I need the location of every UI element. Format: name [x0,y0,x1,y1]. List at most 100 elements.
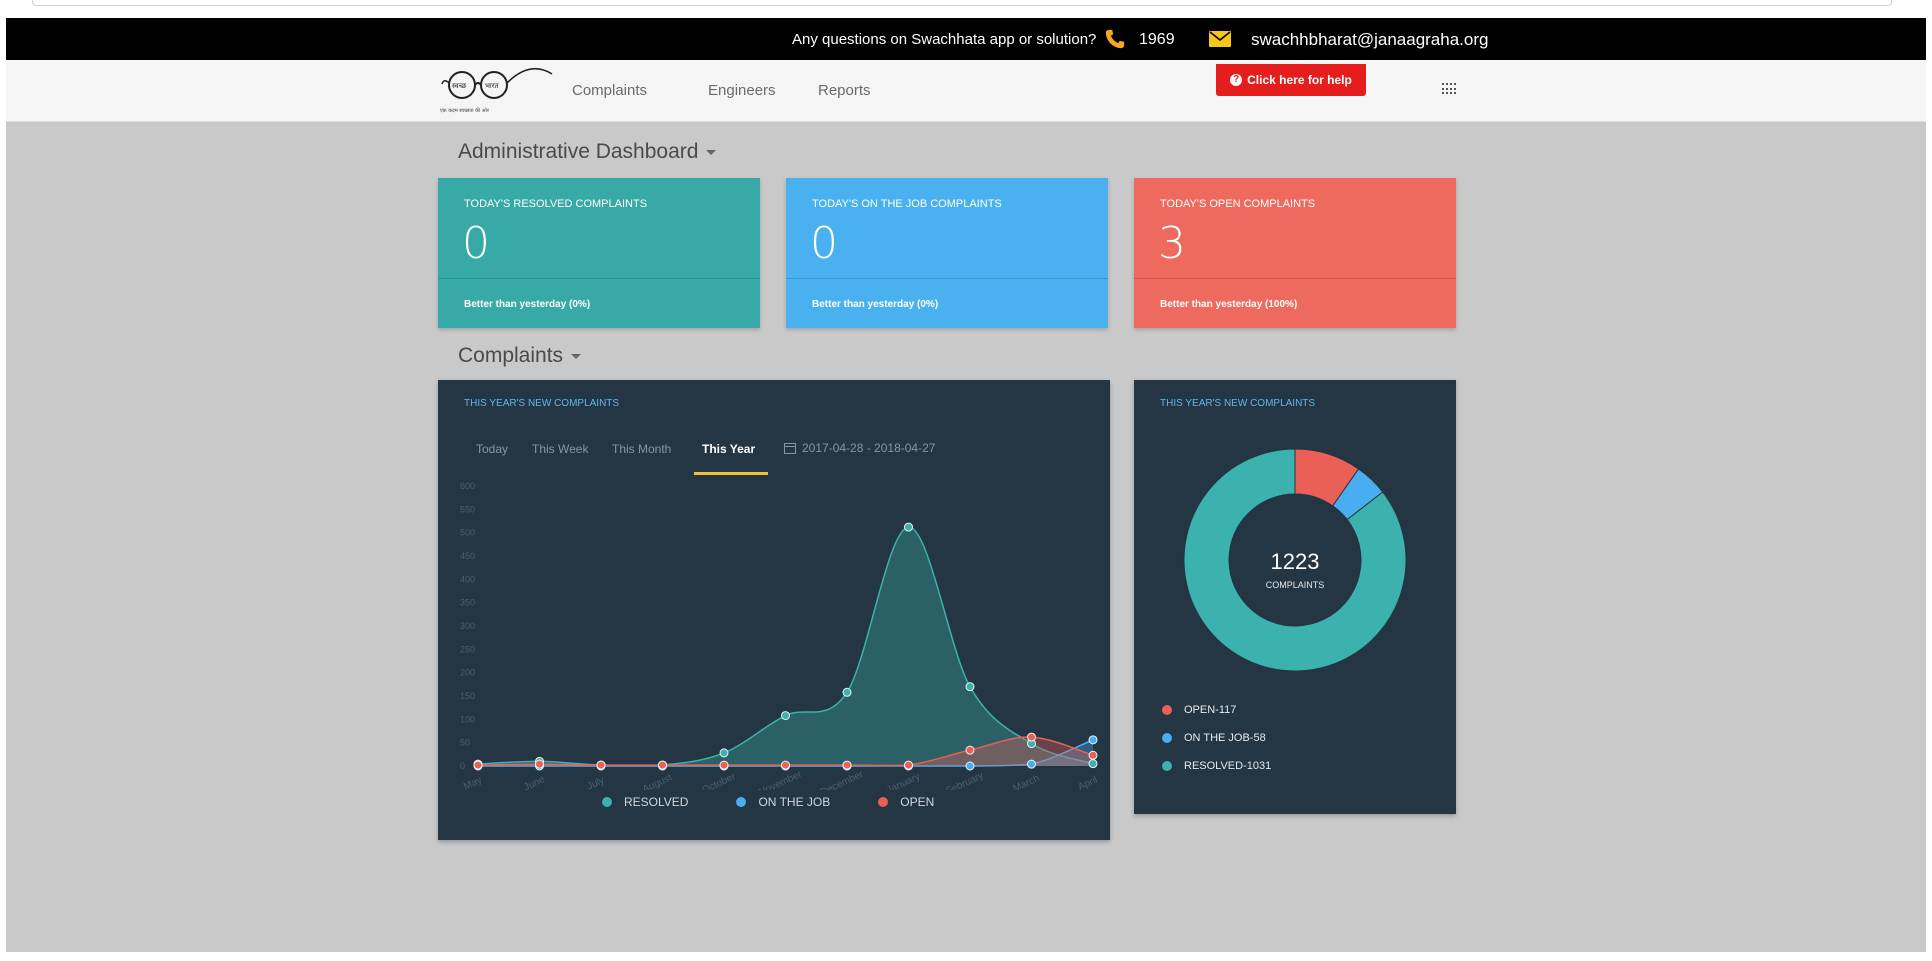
x-tick-label: July [586,775,607,790]
x-tick-label: June [522,774,547,790]
mail-icon [1209,31,1231,47]
data-point [473,760,483,770]
card-value: 3 [1158,218,1186,269]
swachh-bharat-logo[interactable]: स्वच्छ भारत एक कदम स्वच्छता की ओर [440,66,560,118]
legend-resolved[interactable]: RESOLVED [624,795,688,809]
help-question-text: Any questions on Swachhata app or soluti… [792,31,1097,48]
nav-engineers[interactable]: Engineers [708,82,776,99]
y-tick-label: 450 [460,551,475,561]
area-chart: 0 50 100 150 200 250 300 350 400 450 500 550 600 May J… [460,481,1100,790]
series-area-resolved [478,527,1093,766]
card-divider [1134,278,1456,279]
card-label: TODAY'S ON THE JOB COMPLAINTS [812,198,1002,210]
svg-text:भारत: भारत [485,82,500,90]
x-tick-label: May [462,775,484,790]
line-chart-panel: THIS YEAR'S NEW COMPLAINTS Today This We… [438,380,1110,840]
complaints-title-text: Complaints [458,344,564,367]
resolved-today-card: TODAY'S RESOLVED COMPLAINTS 0 Better tha… [438,178,760,328]
y-tick-label: 550 [460,504,475,514]
data-point [904,760,913,770]
svg-text:स्वच्छ: स्वच्छ [452,82,467,90]
email-link[interactable]: swachhbharat@janaagraha.org [1251,30,1488,50]
data-point [719,748,729,758]
help-button[interactable]: ? Click here for help [1216,64,1366,96]
data-point [1088,750,1098,760]
card-foot: Better than yesterday (0%) [812,299,939,310]
legend-dot-open [1162,705,1172,715]
x-tick-label: August [641,772,674,790]
dashboard-title-text: Administrative Dashboard [458,140,699,163]
x-tick-label: December [819,769,866,790]
question-icon: ? [1230,74,1243,86]
donut-legend-on-the-job[interactable]: ON THE JOB-58 [1162,732,1266,744]
y-tick-label: 600 [460,481,475,491]
complaints-section-title[interactable]: Complaints [458,344,582,368]
card-divider [786,278,1108,279]
data-point [1088,735,1098,745]
donut-chart-panel: THIS YEAR'S NEW COMPLAINTS 1223 COMPLAIN… [1134,380,1456,814]
tab-this-year[interactable]: This Year [702,442,755,456]
phone-icon [1105,29,1125,49]
browser-frame-edge [32,0,1892,6]
help-button-label: Click here for help [1247,73,1352,87]
chart-legend: RESOLVED ON THE JOB OPEN [602,795,934,809]
x-tick-label: February [944,770,985,790]
data-point [842,687,852,697]
calendar-icon [784,442,796,454]
card-foot: Better than yesterday (100%) [1160,299,1298,310]
panel-title: THIS YEAR'S NEW COMPLAINTS [1160,398,1316,409]
chevron-down-icon [571,353,582,359]
donut-legend-resolved-label: RESOLVED-1031 [1184,760,1272,772]
donut-total-label: COMPLAINTS [1265,580,1325,590]
x-tick-label: October [700,771,737,790]
card-value: 0 [462,218,490,269]
legend-open[interactable]: OPEN [900,795,934,809]
dashboard-title[interactable]: Administrative Dashboard [458,140,717,164]
data-point [1027,732,1036,742]
legend-dot-on-the-job [1162,733,1172,743]
data-point [1027,759,1036,769]
card-label: TODAY'S RESOLVED COMPLAINTS [464,198,648,210]
y-tick-label: 150 [460,691,475,701]
legend-on-the-job[interactable]: ON THE JOB [758,795,830,809]
y-tick-label: 0 [460,761,465,771]
y-tick-label: 50 [460,738,470,748]
date-range-text: 2017-04-28 - 2018-04-27 [802,441,936,455]
tab-this-month[interactable]: This Month [612,442,671,456]
data-point [965,682,975,692]
data-point [535,759,544,769]
svg-text:एक कदम स्वच्छता की ओर: एक कदम स्वच्छता की ओर [440,107,490,114]
apps-grid-icon[interactable] [1442,83,1456,95]
open-today-card: TODAY'S OPEN COMPLAINTS 3 Better than ye… [1134,178,1456,328]
y-tick-label: 400 [460,574,475,584]
card-label: TODAY'S OPEN COMPLAINTS [1160,198,1316,210]
donut-legend-open-label: OPEN-117 [1184,704,1237,716]
phone-number[interactable]: 1969 [1139,31,1175,49]
card-foot: Better than yesterday (0%) [464,299,591,310]
card-divider [438,278,760,279]
donut-legend-resolved[interactable]: RESOLVED-1031 [1162,760,1271,772]
y-tick-label: 100 [460,714,475,724]
on-the-job-today-card: TODAY'S ON THE JOB COMPLAINTS 0 Better t… [786,178,1108,328]
navbar: स्वच्छ भारत एक कदम स्वच्छता की ओर Compla… [6,60,1926,122]
tab-today[interactable]: Today [476,442,508,456]
y-tick-label: 300 [460,621,475,631]
data-point [904,522,913,532]
data-point [781,760,790,770]
tab-this-week[interactable]: This Week [532,442,588,456]
nav-complaints[interactable]: Complaints [572,82,647,99]
chevron-down-icon [706,149,717,155]
data-point [596,760,606,770]
x-tick-label: April [1077,775,1100,790]
donut-legend-open[interactable]: OPEN-117 [1162,704,1236,716]
data-point [842,760,852,770]
x-tick-label: January [885,771,922,790]
legend-dot-open [878,797,889,807]
legend-dot-resolved [602,797,612,807]
help-bar: Any questions on Swachhata app or soluti… [6,18,1926,60]
date-range-picker[interactable]: 2017-04-28 - 2018-04-27 [784,441,935,455]
data-point [965,745,975,755]
nav-reports[interactable]: Reports [818,82,871,99]
legend-dot-resolved [1162,761,1172,771]
y-tick-label: 500 [460,528,475,538]
